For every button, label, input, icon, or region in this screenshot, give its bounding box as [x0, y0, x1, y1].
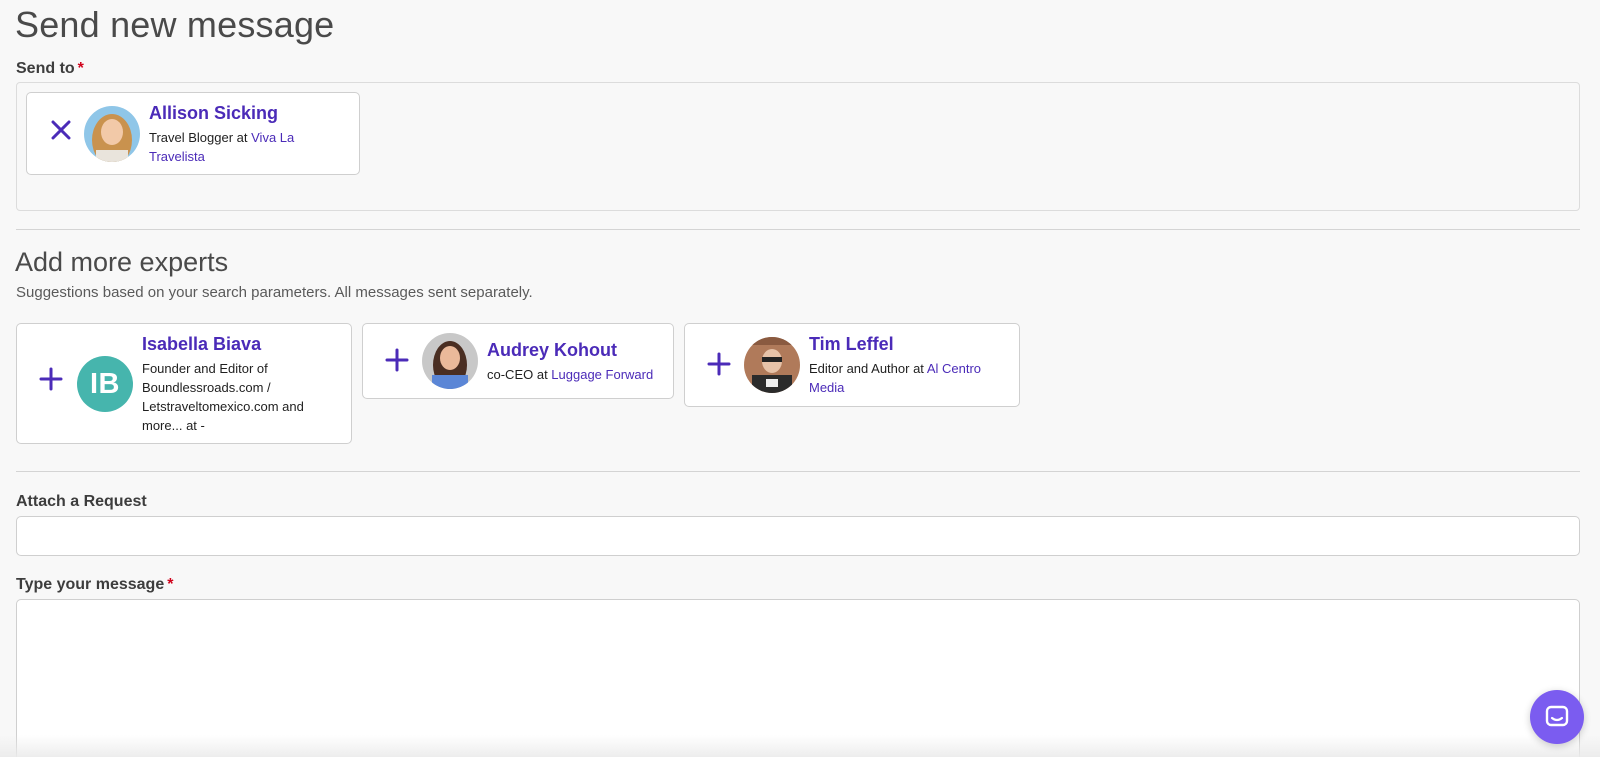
message-label: Type your message * [16, 576, 174, 593]
send-to-label: Send to * [16, 60, 84, 77]
expert-name[interactable]: Audrey Kohout [487, 340, 617, 361]
required-mark: * [77, 60, 84, 77]
expert-description: Editor and Author at Al Centro Media [809, 361, 982, 395]
experts-subtitle: Suggestions based on your search paramet… [16, 284, 533, 301]
divider [16, 471, 1580, 472]
expert-org-link[interactable]: Luggage Forward [551, 367, 653, 382]
plus-icon[interactable] [36, 367, 66, 397]
chat-launcher-button[interactable] [1530, 690, 1584, 744]
required-mark: * [167, 576, 174, 593]
close-icon[interactable] [46, 117, 76, 147]
plus-icon[interactable] [704, 352, 734, 382]
expert-card: Tim Leffel Editor and Author at Al Centr… [684, 323, 1020, 407]
avatar [84, 106, 140, 162]
recipient-card: Allison Sicking Travel Blogger at Viva L… [26, 92, 360, 175]
expert-description: Founder and Editor of Boundlessroads.com… [142, 361, 304, 433]
expert-name[interactable]: Tim Leffel [809, 334, 894, 355]
chat-icon [1545, 705, 1569, 727]
attach-request-input[interactable] [16, 516, 1580, 556]
avatar-initials: IB [77, 356, 133, 412]
experts-title: Add more experts [15, 247, 229, 277]
recipient-name[interactable]: Allison Sicking [149, 103, 278, 124]
attach-request-label: Attach a Request [16, 493, 147, 510]
plus-icon[interactable] [382, 348, 412, 378]
expert-name[interactable]: Isabella Biava [142, 334, 261, 355]
expert-card: Audrey Kohout co-CEO at Luggage Forward [362, 323, 674, 399]
avatar [422, 333, 478, 389]
page-title: Send new message [15, 4, 335, 45]
message-textarea[interactable] [16, 599, 1580, 757]
divider [16, 229, 1580, 230]
expert-card: IB Isabella Biava Founder and Editor of … [16, 323, 352, 444]
recipient-description: Travel Blogger at Viva La Travelista [149, 130, 295, 164]
expert-description: co-CEO at Luggage Forward [487, 367, 654, 382]
avatar [744, 337, 800, 393]
